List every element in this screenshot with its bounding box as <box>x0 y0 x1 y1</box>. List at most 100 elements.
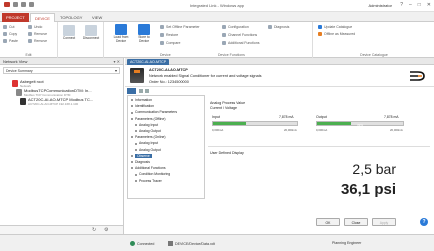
catalogue-group-label: Device Catalogue <box>360 53 388 57</box>
menu-node-icon <box>131 105 133 108</box>
maximize-icon[interactable]: □ <box>418 2 421 8</box>
restore-button[interactable]: Restore <box>160 32 178 37</box>
network-icon <box>12 80 18 87</box>
menu-item-condition-monitoring[interactable]: Condition Monitoring <box>139 172 170 176</box>
view-toggle-button[interactable] <box>127 88 136 94</box>
remove-all-button[interactable]: Remove <box>28 38 47 43</box>
output-value: 7,878 mA <box>384 115 399 119</box>
channel-icon <box>222 32 226 37</box>
compare-button[interactable]: Compare <box>160 40 180 45</box>
section-title: Analog Process Value <box>210 101 246 105</box>
collapse-icon[interactable] <box>145 89 149 93</box>
menu-node-icon <box>131 161 133 164</box>
offline-as-measured-button[interactable]: Offline as Measured <box>318 31 355 36</box>
help-icon[interactable]: ? <box>400 2 403 8</box>
remove-icon <box>28 31 32 36</box>
paste-button[interactable]: Paste <box>3 38 18 43</box>
menu-node-icon <box>135 148 137 151</box>
view-selector[interactable]: Device Summary ▾ <box>3 67 120 74</box>
menu-item-identification[interactable]: Identification <box>135 104 154 108</box>
tab-project[interactable]: PROJECT <box>2 13 29 22</box>
input-min: 0,000mA <box>212 128 224 132</box>
wrench-icon[interactable]: ⚙ <box>104 227 108 233</box>
additional-icon <box>222 40 226 45</box>
ribbon-tabs: PROJECT DEVICE TOPOLOGY VIEW <box>0 12 434 22</box>
cut-button[interactable]: Cut <box>3 24 14 29</box>
minimize-icon[interactable]: – <box>409 2 412 8</box>
dtm-icon <box>16 89 22 96</box>
tree-node-device[interactable]: ACT20C-AI-AO-MTCP Modbus TC... ACT20C-AI… <box>28 97 93 106</box>
menu-node-icon <box>135 142 137 145</box>
additional-functions-button[interactable]: Additional Functions <box>222 40 260 45</box>
diagnosis-icon <box>268 24 272 29</box>
tab-topology[interactable]: TOPOLOGY <box>56 13 86 22</box>
remove-button[interactable]: Remove <box>28 31 47 36</box>
divider <box>208 146 430 147</box>
store-to-device-button[interactable]: Store to Device <box>133 24 155 44</box>
menu-item-parameters-offline[interactable]: Parameters (Offline) <box>135 117 165 121</box>
menu-node-icon <box>131 117 133 120</box>
undo-button[interactable]: Undo <box>28 24 42 29</box>
user-name[interactable]: Administrator <box>368 3 392 8</box>
menu-node-icon <box>131 167 133 170</box>
copy-button[interactable]: Copy <box>3 31 17 36</box>
diagnosis-button[interactable]: Diagnosis <box>268 24 289 29</box>
section-subtitle: Current / Voltage <box>210 106 237 110</box>
menu-item-information[interactable]: Information <box>135 98 152 102</box>
update-catalogue-button[interactable]: Update Catalogue <box>318 24 352 29</box>
device-data-file: DEVICE/Device/Data.xdt <box>168 241 215 246</box>
edit-group-label: Edit <box>25 53 32 57</box>
menu-item-parameters-online[interactable]: Parameters (Online) <box>135 135 166 139</box>
device-functions-group-label: Device Functions <box>218 53 245 57</box>
menu-item-analog-input[interactable]: Analog Input <box>139 123 158 127</box>
close-icon[interactable]: ✕ <box>427 2 431 8</box>
expand-icon[interactable] <box>139 89 143 93</box>
pin-icon[interactable]: ▾ ✕ <box>114 59 120 64</box>
copy-icon <box>3 31 7 36</box>
title-bar: Integrated Link - Windows app Administra… <box>0 0 434 12</box>
ok-button[interactable]: OK <box>316 218 340 226</box>
menu-item-diagnosis[interactable]: Diagnosis <box>135 160 150 164</box>
connection-status: Connected <box>130 241 154 246</box>
menu-item-additional-functions[interactable]: Additional Functions <box>135 166 166 170</box>
device-name: ACT20C-AI-AO-MTCP <box>149 68 188 72</box>
configuration-button[interactable]: Configuration <box>222 24 249 29</box>
order-number: Order No.: 1234500000 <box>149 80 189 84</box>
scissors-icon <box>3 24 7 29</box>
load-icon <box>115 24 127 35</box>
offline-icon <box>318 31 322 36</box>
compare-icon <box>160 40 164 45</box>
user-role: Planning Engineer <box>332 241 362 245</box>
apply-button[interactable]: Apply <box>372 218 396 226</box>
tab-device[interactable]: DEVICE <box>30 13 55 22</box>
set-offline-parameter-button[interactable]: Set Offline Parameter <box>160 24 200 29</box>
channel-functions-button[interactable]: Channel Functions <box>222 32 257 37</box>
pane-footer: ↻ ⚙ <box>0 225 124 234</box>
menu-item-communication-parameters[interactable]: Communication Parameters <box>135 110 177 114</box>
user-display-title: User Defined Display <box>210 151 244 155</box>
menu-node-icon <box>131 111 133 114</box>
tree-node-modbus[interactable]: ModbusTCPCommunicationDTM: In... Modbus … <box>24 88 92 97</box>
observe-panel: Analog Process Value Current / Voltage I… <box>206 95 432 216</box>
load-from-device-button[interactable]: Load from Device <box>110 24 132 44</box>
help-button[interactable]: ? <box>420 218 428 226</box>
update-icon <box>318 24 322 29</box>
device-menu-tree: Information Identification Communication P… <box>127 95 205 199</box>
input-label: Input <box>212 115 220 119</box>
input-value: 7,878 mA <box>279 115 294 119</box>
disconnect-button[interactable]: Disconnect <box>80 25 102 41</box>
restore-icon <box>160 32 164 37</box>
menu-item-observe[interactable]: Observe <box>135 153 152 158</box>
menu-item-analog-output[interactable]: Analog Output <box>139 148 161 152</box>
menu-item-process-tracer[interactable]: Process Tracer <box>139 179 162 183</box>
connect-button[interactable]: Connect <box>58 25 80 41</box>
connect-group: Connect Disconnect <box>58 22 104 58</box>
pane-title: Network View <box>3 59 28 64</box>
menu-item-analog-input[interactable]: Analog Input <box>139 141 158 145</box>
menu-item-analog-output[interactable]: Analog Output <box>139 129 161 133</box>
brand-logo <box>409 69 426 83</box>
tree-node-root[interactable]: Asbegelt root Network <box>20 79 44 88</box>
refresh-icon[interactable]: ↻ <box>92 227 96 233</box>
tab-view[interactable]: VIEW <box>88 13 106 22</box>
close-button[interactable]: Close <box>344 218 368 226</box>
